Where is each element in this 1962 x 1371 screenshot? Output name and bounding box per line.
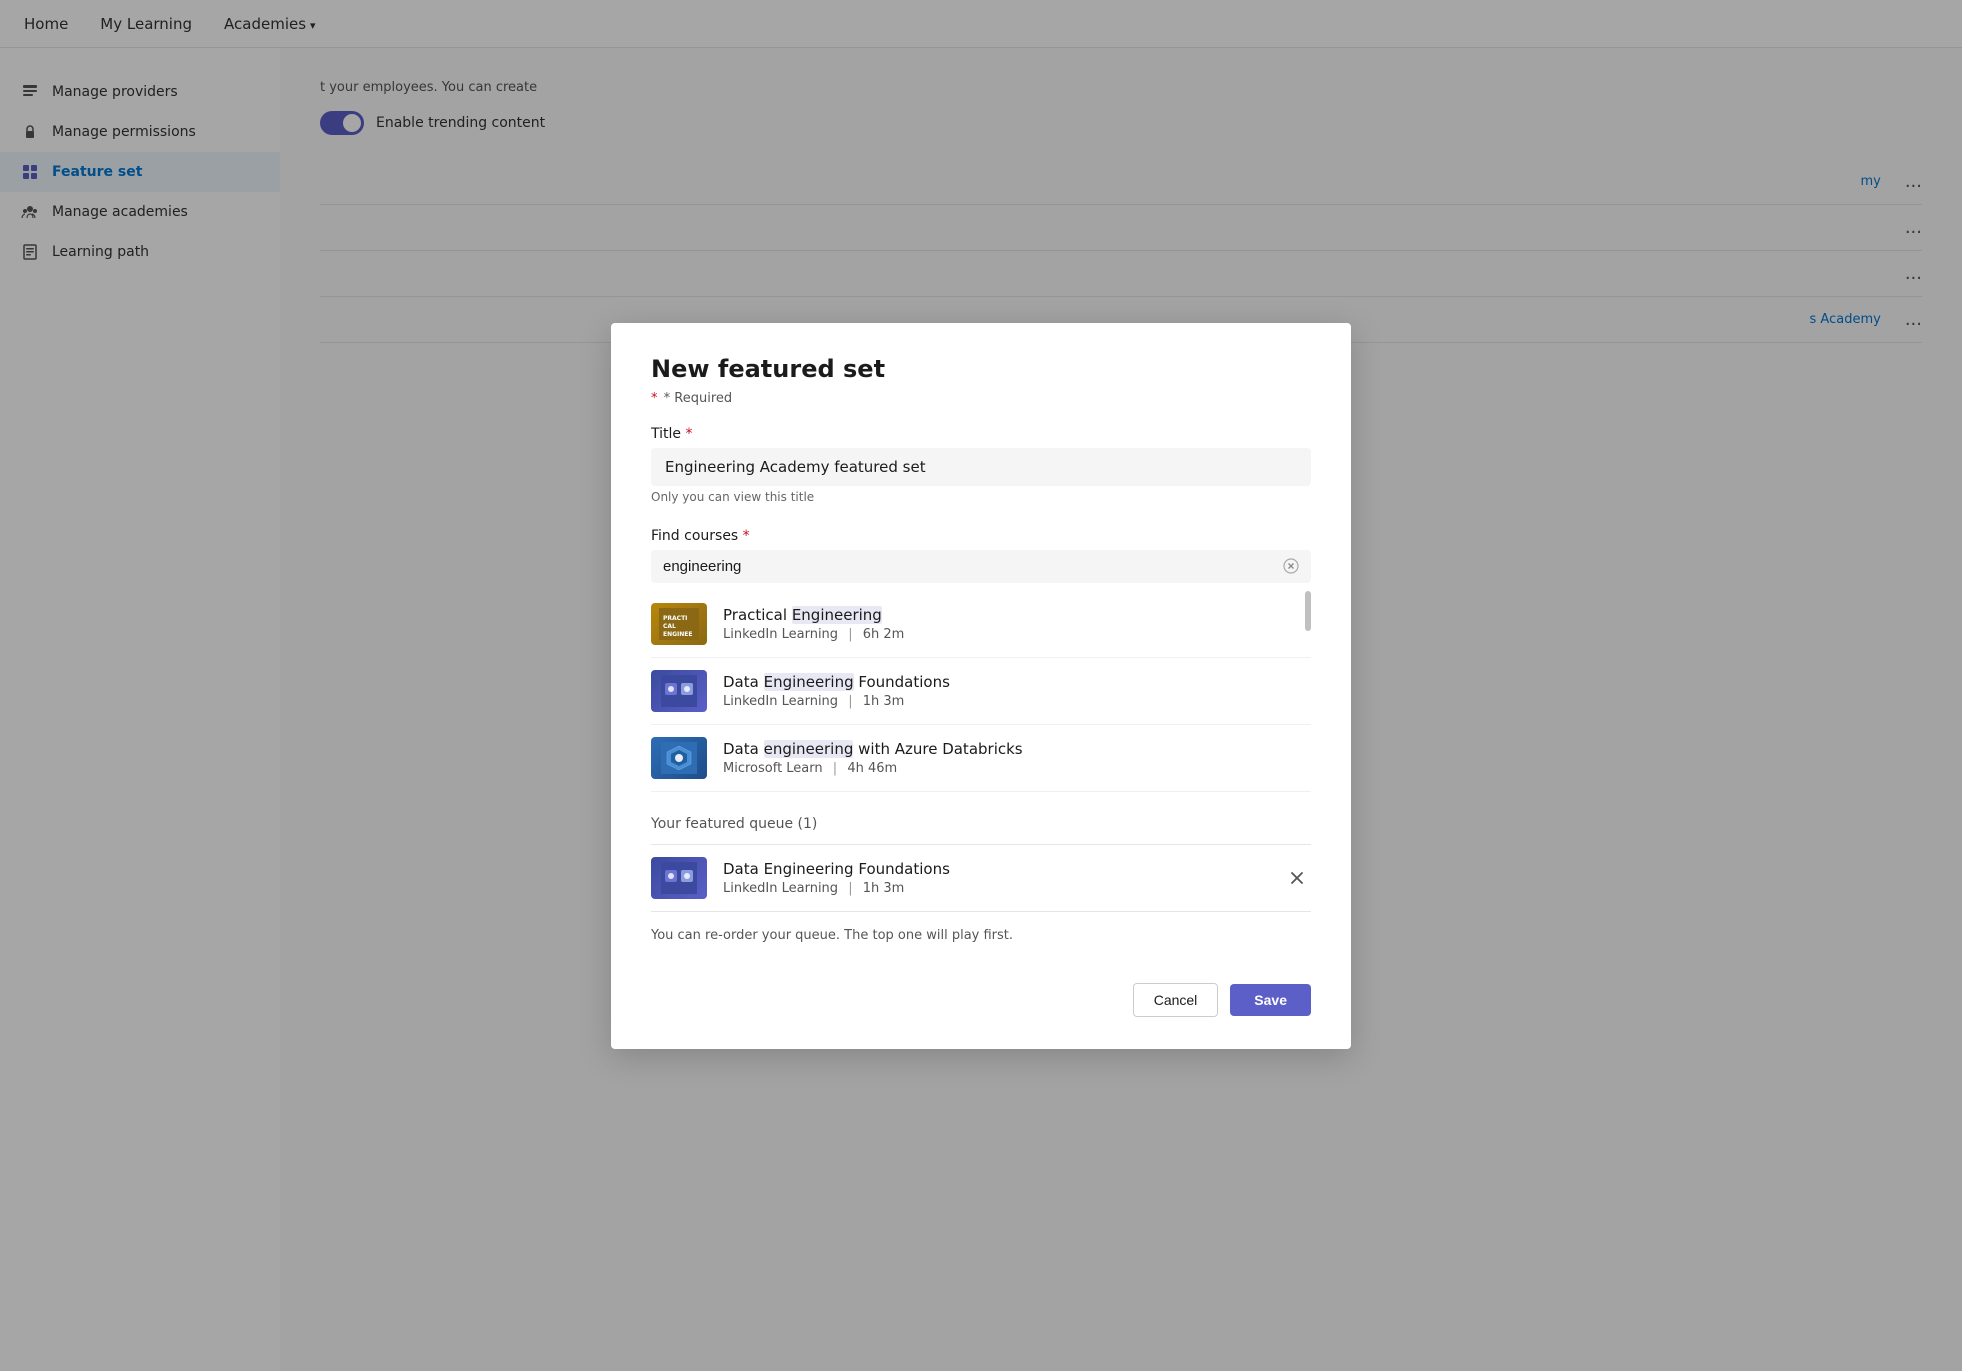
find-courses-label: Find courses * <box>651 528 1311 544</box>
course-thumbnail-practical: PRACTI CAL ENGINEE <box>651 603 707 645</box>
svg-text:ENGINEE: ENGINEE <box>663 631 693 638</box>
required-star: * <box>651 391 658 406</box>
modal-overlay: New featured set * * Required Title * En… <box>0 0 1962 1371</box>
course-name-practical: Practical Engineering <box>723 606 1311 624</box>
course-result-data-engineering-foundations[interactable]: Data Engineering Foundations LinkedIn Le… <box>651 658 1311 725</box>
modal-title: New featured set <box>651 355 1311 383</box>
highlight: Engineering <box>792 606 882 624</box>
title-input-wrapper[interactable]: Engineering Academy featured set <box>651 448 1311 486</box>
course-thumbnail-data-eng <box>651 670 707 712</box>
scrollbar-thumb[interactable] <box>1305 591 1311 631</box>
svg-text:CAL: CAL <box>663 623 676 630</box>
queue-course-meta: LinkedIn Learning | 1h 3m <box>723 881 1267 896</box>
course-duration: 6h 2m <box>863 627 905 642</box>
course-meta-data-eng-found: LinkedIn Learning | 1h 3m <box>723 694 1311 709</box>
course-provider: Microsoft Learn <box>723 761 823 776</box>
queue-label: Your featured queue (1) <box>651 816 1311 832</box>
course-duration: 1h 3m <box>863 694 905 709</box>
queue-remove-button[interactable] <box>1283 864 1311 892</box>
search-wrapper <box>651 550 1311 583</box>
course-thumbnail-azure <box>651 737 707 779</box>
reorder-hint: You can re-order your queue. The top one… <box>651 928 1311 943</box>
course-info-data-eng-found: Data Engineering Foundations LinkedIn Le… <box>723 673 1311 709</box>
cancel-button[interactable]: Cancel <box>1133 983 1219 1017</box>
separator: | <box>848 881 852 896</box>
course-name-azure: Data engineering with Azure Databricks <box>723 740 1311 758</box>
course-name-data-eng-found: Data Engineering Foundations <box>723 673 1311 691</box>
scrollbar-track <box>1305 591 1311 792</box>
title-field-label: Title * <box>651 426 1311 442</box>
course-result-azure-databricks[interactable]: Data engineering with Azure Databricks M… <box>651 725 1311 792</box>
save-button[interactable]: Save <box>1230 984 1311 1016</box>
course-provider: LinkedIn Learning <box>723 627 838 642</box>
queue-duration: 1h 3m <box>863 881 905 896</box>
highlight: engineering <box>764 740 854 758</box>
clear-search-icon[interactable] <box>1283 558 1299 574</box>
title-hint: Only you can view this title <box>651 490 1311 504</box>
search-results-container: PRACTI CAL ENGINEE Practical Engineering… <box>651 591 1311 792</box>
separator: | <box>848 627 852 642</box>
highlight: Engineering <box>764 673 854 691</box>
queue-item-data-engineering: Data Engineering Foundations LinkedIn Le… <box>651 844 1311 912</box>
course-meta-azure: Microsoft Learn | 4h 46m <box>723 761 1311 776</box>
find-courses-required-star: * <box>738 528 749 544</box>
modal-dialog: New featured set * * Required Title * En… <box>611 323 1351 1049</box>
queue-course-info: Data Engineering Foundations LinkedIn Le… <box>723 860 1267 896</box>
course-info-azure: Data engineering with Azure Databricks M… <box>723 740 1311 776</box>
title-input-value: Engineering Academy featured set <box>665 458 1297 476</box>
title-required-star: * <box>681 426 692 442</box>
separator: | <box>848 694 852 709</box>
search-input[interactable] <box>663 558 1275 575</box>
queue-provider: LinkedIn Learning <box>723 881 838 896</box>
modal-footer: Cancel Save <box>651 975 1311 1017</box>
queue-course-name: Data Engineering Foundations <box>723 860 1267 878</box>
course-info-practical: Practical Engineering LinkedIn Learning … <box>723 606 1311 642</box>
required-note: * * Required <box>651 391 1311 406</box>
course-meta-practical: LinkedIn Learning | 6h 2m <box>723 627 1311 642</box>
course-duration: 4h 46m <box>847 761 897 776</box>
course-result-practical-engineering[interactable]: PRACTI CAL ENGINEE Practical Engineering… <box>651 591 1311 658</box>
course-provider: LinkedIn Learning <box>723 694 838 709</box>
queue-thumbnail-data-eng <box>651 857 707 899</box>
svg-text:PRACTI: PRACTI <box>663 615 687 622</box>
separator: | <box>833 761 837 776</box>
